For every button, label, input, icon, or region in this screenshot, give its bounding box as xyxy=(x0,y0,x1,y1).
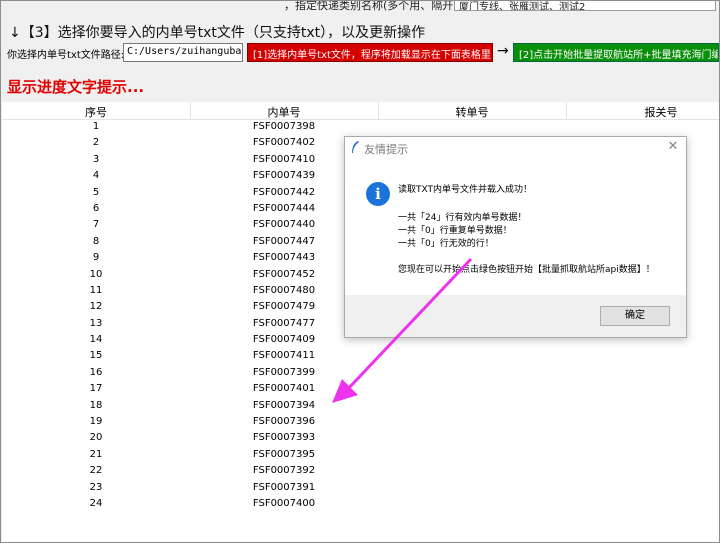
cell-index: 6 xyxy=(92,202,100,214)
cell-index: 13 xyxy=(89,317,103,329)
app-window: ，指定快递类别名称(多个用、隔开): 厦门专线、张雁测试、测试2 ↓【3】选择你… xyxy=(0,0,720,543)
dialog-titlebar[interactable]: 友情提示 ✕ xyxy=(345,137,686,159)
ok-button[interactable]: 确定 xyxy=(600,306,670,326)
column-header-transfer-no[interactable]: 转单号 xyxy=(378,104,566,120)
cell-index: 24 xyxy=(89,497,103,509)
cell-index: 2 xyxy=(92,137,100,149)
info-icon: i xyxy=(366,182,390,206)
cell-inner-no: FSF0007394 xyxy=(252,399,316,411)
cell-index: 4 xyxy=(92,170,100,182)
cell-index: 10 xyxy=(89,268,103,280)
dialog-message-line: 读取TXT内单号文件并载入成功！ xyxy=(398,185,533,195)
dialog-title: 友情提示 xyxy=(364,143,408,156)
cell-index: 22 xyxy=(89,465,103,477)
dialog-message-line: 一共「24」行有效内单号数据！ xyxy=(398,213,527,223)
cell-index: 1 xyxy=(92,121,100,132)
cell-index: 8 xyxy=(92,235,100,247)
table-row[interactable]: 19 FSF0007396 xyxy=(2,415,719,431)
cell-index: 20 xyxy=(89,432,103,444)
step-3-title: ↓【3】选择你要导入的内单号txt文件（只支持txt），以及更新操作 xyxy=(9,25,426,41)
file-path-label: 你选择内单号txt文件路径: xyxy=(7,50,125,61)
file-path-row: 你选择内单号txt文件路径: C:/Users/zuihangubao.D [1… xyxy=(1,42,719,64)
cell-index: 21 xyxy=(89,448,103,460)
info-dialog: 友情提示 ✕ i 读取TXT内单号文件并载入成功！ 一共「24」行有效内单号数据… xyxy=(344,136,687,338)
table-row[interactable]: 18 FSF0007394 xyxy=(2,399,719,415)
cell-inner-no: FSF0007398 xyxy=(252,121,316,132)
cell-index: 11 xyxy=(89,284,103,296)
table-row[interactable]: 20 FSF0007393 xyxy=(2,431,719,447)
cell-index: 7 xyxy=(92,219,100,231)
cell-inner-no: FSF0007399 xyxy=(252,366,316,378)
table-row[interactable]: 16 FSF0007399 xyxy=(2,366,719,382)
cell-index: 23 xyxy=(89,481,103,493)
cell-index: 17 xyxy=(89,383,103,395)
dialog-footer: 确定 xyxy=(345,295,686,337)
cell-inner-no: FSF0007396 xyxy=(252,416,316,428)
cell-inner-no: FSF0007392 xyxy=(252,465,316,477)
cell-index: 18 xyxy=(89,399,103,411)
cell-inner-no: FSF0007401 xyxy=(252,383,316,395)
cell-index: 5 xyxy=(92,186,100,198)
column-header-index[interactable]: 序号 xyxy=(2,104,190,120)
right-arrow-icon: → xyxy=(497,43,509,59)
cell-index: 14 xyxy=(89,334,103,346)
dialog-message-line: 一共「0」行重复单号数据！ xyxy=(398,226,512,236)
close-icon[interactable]: ✕ xyxy=(666,139,680,155)
dialog-message-line: 一共「0」行无效的行！ xyxy=(398,239,494,249)
cell-index: 15 xyxy=(89,350,103,362)
cell-index: 12 xyxy=(89,301,103,313)
column-header-customs-no[interactable]: 报关号 xyxy=(566,104,719,120)
table-row[interactable]: 17 FSF0007401 xyxy=(2,382,719,398)
express-category-label: ，指定快递类别名称(多个用、隔开): xyxy=(284,0,462,12)
cell-inner-no: FSF0007411 xyxy=(252,350,316,362)
cell-inner-no: FSF0007393 xyxy=(252,432,316,444)
feather-icon xyxy=(352,141,359,153)
express-category-input[interactable]: 厦门专线、张雁测试、测试2 xyxy=(454,1,716,11)
table-row[interactable]: 1 FSF0007398 xyxy=(2,120,719,136)
cell-index: 19 xyxy=(89,416,103,428)
file-path-input[interactable]: C:/Users/zuihangubao.D xyxy=(123,43,243,62)
start-batch-button[interactable]: [2]点击开始批量提取航站所+批量填充海门编用 xyxy=(513,43,719,62)
top-options-strip: ，指定快递类别名称(多个用、隔开): 厦门专线、张雁测试、测试2 xyxy=(2,0,719,15)
column-header-inner-no[interactable]: 内单号 xyxy=(190,104,378,120)
table-row[interactable]: 21 FSF0007395 xyxy=(2,448,719,464)
cell-inner-no: FSF0007391 xyxy=(252,481,316,493)
cell-inner-no: FSF0007400 xyxy=(252,497,316,509)
table-row[interactable]: 24 FSF0007400 xyxy=(2,497,719,513)
table-row[interactable]: 22 FSF0007392 xyxy=(2,464,719,480)
table-row[interactable]: 23 FSF0007391 xyxy=(2,481,719,497)
cell-index: 16 xyxy=(89,366,103,378)
cell-inner-no: FSF0007395 xyxy=(252,448,316,460)
dialog-message-line: 您现在可以开始点击绿色按钮开始【批量抓取航站所api数据】！ xyxy=(398,265,655,275)
select-txt-file-button[interactable]: [1]选择内单号txt文件，程序将加载显示在下面表格里 xyxy=(247,43,493,62)
cell-index: 3 xyxy=(92,153,100,165)
table-row[interactable]: 15 FSF0007411 xyxy=(2,349,719,365)
table-header: 序号 内单号 转单号 报关号 xyxy=(2,102,719,120)
cell-index: 9 xyxy=(92,252,100,264)
progress-status-text: 显示进度文字提示... xyxy=(7,78,145,96)
